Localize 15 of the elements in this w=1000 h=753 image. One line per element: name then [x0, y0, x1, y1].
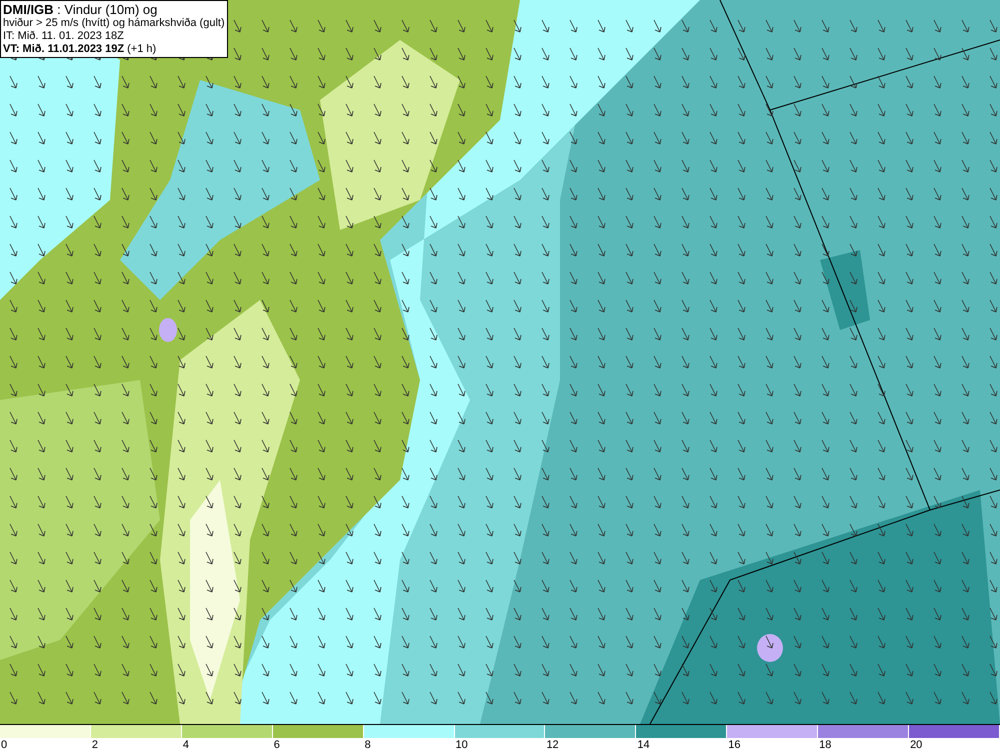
- legend-label: 8: [364, 738, 371, 753]
- legend-label: 12: [545, 738, 559, 753]
- legend-label: 18: [818, 738, 832, 753]
- title-line: hviður > 25 m/s (hvítt) og hámarkshviða (gult): [3, 17, 225, 30]
- legend-label: 14: [636, 738, 650, 753]
- title-line: VT: Mið. 11.01.2023 19Z (+1 h): [3, 43, 158, 56]
- legend-label: 2: [90, 738, 98, 753]
- title-line: IT: Mið. 11. 01. 2023 18Z: [3, 30, 125, 43]
- legend-label: 6: [272, 738, 280, 753]
- legend-label: 4: [182, 738, 189, 753]
- legend-label: 20: [909, 738, 922, 753]
- title-line: DMI/IGB : Vindur (10m) og: [3, 2, 158, 17]
- legend-label: 0: [0, 738, 8, 753]
- legend-label: 10: [454, 738, 468, 753]
- legend-label: 16: [727, 738, 740, 753]
